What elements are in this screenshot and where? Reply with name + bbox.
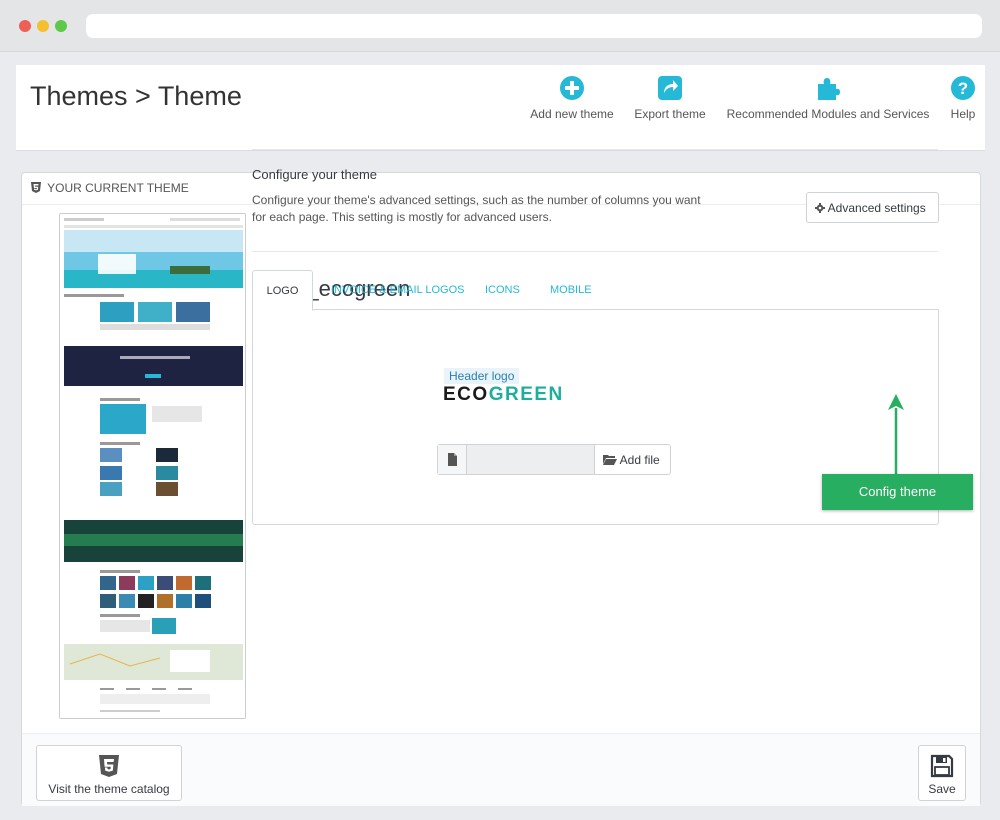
html5-icon bbox=[99, 755, 119, 777]
visit-theme-catalog-button[interactable]: Visit the theme catalog bbox=[36, 745, 182, 801]
tab-icons[interactable]: ICONS bbox=[485, 270, 520, 310]
theme-preview-image bbox=[60, 214, 245, 718]
help-button[interactable]: ? Help bbox=[946, 75, 980, 121]
page-header: Themes > Theme Add new theme Export them… bbox=[16, 65, 985, 151]
config-theme-callout: Config theme bbox=[822, 474, 973, 510]
logo-text-dark: ECO bbox=[443, 384, 489, 405]
address-bar[interactable] bbox=[86, 14, 982, 38]
logo-text-green: GREEN bbox=[488, 384, 564, 405]
header-logo-label: Header logo bbox=[444, 368, 520, 384]
divider bbox=[252, 251, 938, 252]
advanced-settings-label: Advanced settings bbox=[827, 201, 926, 215]
tab-mobile[interactable]: MOBILE bbox=[550, 270, 592, 310]
export-icon bbox=[658, 76, 682, 100]
store-logo: ECOGREEN bbox=[443, 384, 564, 406]
puzzle-icon bbox=[818, 78, 840, 100]
visit-theme-catalog-label: Visit the theme catalog bbox=[48, 782, 170, 796]
logo-file-upload: Add file bbox=[437, 444, 671, 475]
advanced-settings-button[interactable]: Advanced settings bbox=[806, 192, 939, 223]
help-icon: ? bbox=[951, 76, 975, 100]
file-icon-box bbox=[438, 445, 467, 474]
file-name-input[interactable] bbox=[467, 445, 594, 474]
close-window-dot[interactable] bbox=[19, 20, 31, 32]
add-file-button[interactable]: Add file bbox=[594, 445, 670, 474]
page-title: Themes > Theme bbox=[30, 81, 242, 111]
folder-open-icon bbox=[603, 455, 617, 465]
panel-heading-label: YOUR CURRENT THEME bbox=[47, 181, 189, 195]
gear-icon bbox=[815, 203, 825, 213]
configure-description: Configure your theme's advanced settings… bbox=[252, 193, 701, 224]
save-icon bbox=[930, 754, 954, 778]
help-label: Help bbox=[950, 107, 976, 121]
panel-footer: Visit the theme catalog Save bbox=[22, 733, 980, 806]
browser-chrome bbox=[0, 0, 1000, 52]
svg-text:?: ? bbox=[958, 79, 968, 98]
recommended-modules-label: Recommended Modules and Services bbox=[726, 107, 930, 121]
export-theme-button[interactable]: Export theme bbox=[630, 75, 710, 121]
maximize-window-dot[interactable] bbox=[55, 20, 67, 32]
html5-icon bbox=[31, 182, 41, 193]
file-icon bbox=[448, 453, 457, 466]
save-label: Save bbox=[928, 782, 956, 796]
divider bbox=[252, 149, 938, 150]
plus-circle-icon bbox=[560, 76, 584, 100]
save-button[interactable]: Save bbox=[918, 745, 966, 801]
tab-logo[interactable]: LOGO bbox=[252, 270, 313, 311]
minimize-window-dot[interactable] bbox=[37, 20, 49, 32]
tab-invoice-email-logos[interactable]: INVOICE & EMAIL LOGOS bbox=[331, 270, 464, 310]
configure-title: Configure your theme bbox=[252, 167, 378, 182]
add-file-label: Add file bbox=[619, 453, 660, 467]
add-new-theme-button[interactable]: Add new theme bbox=[528, 75, 616, 121]
recommended-modules-button[interactable]: Recommended Modules and Services bbox=[722, 75, 934, 121]
theme-preview-thumbnail bbox=[59, 213, 246, 719]
add-new-theme-label: Add new theme bbox=[530, 107, 614, 121]
callout-arrow bbox=[888, 394, 904, 476]
export-theme-label: Export theme bbox=[634, 107, 706, 121]
logo-tabs: LOGO INVOICE & EMAIL LOGOS ICONS MOBILE bbox=[252, 270, 939, 311]
